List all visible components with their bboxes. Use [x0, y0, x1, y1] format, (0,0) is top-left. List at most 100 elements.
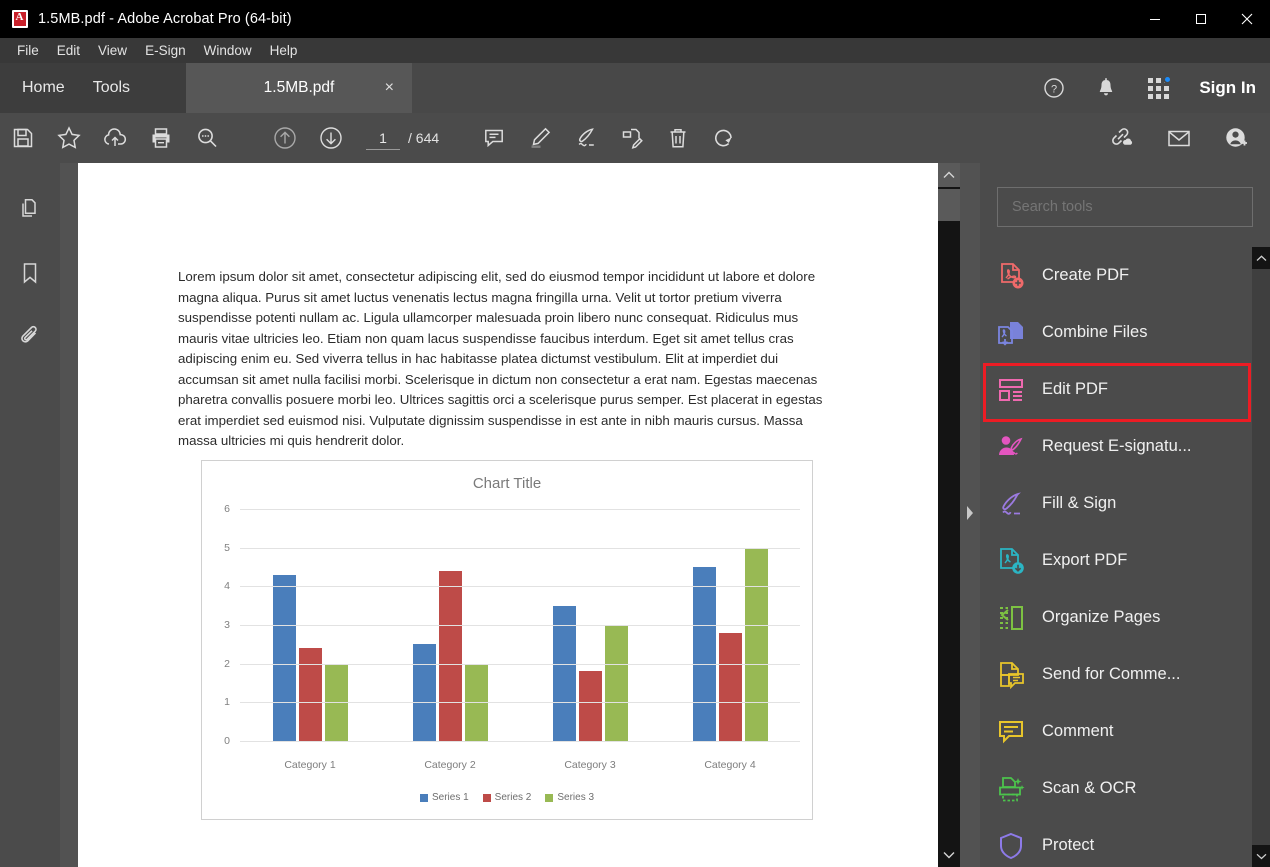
- chart-gridline: [240, 702, 800, 703]
- tool-item-label: Edit PDF: [1042, 380, 1108, 399]
- chart-y-tick: 4: [224, 580, 230, 592]
- tool-item-label: Create PDF: [1042, 266, 1129, 285]
- chart-y-tick: 3: [224, 619, 230, 631]
- page-number-input[interactable]: [366, 126, 400, 150]
- pdf-page: Lorem ipsum dolor sit amet, consectetur …: [78, 163, 940, 867]
- tool-item-edit-pdf[interactable]: Edit PDF: [980, 361, 1248, 418]
- sign-pen-icon[interactable]: [563, 115, 609, 161]
- bookmarks-icon[interactable]: [10, 253, 50, 293]
- chart-legend-item: Series 1: [420, 792, 469, 803]
- legend-label: Series 1: [432, 792, 469, 803]
- comment-icon[interactable]: [471, 115, 517, 161]
- tools-list: Create PDF Combine Files Edit PDF Request E…: [980, 247, 1248, 867]
- menu-item-file[interactable]: File: [8, 40, 48, 61]
- page-thumbnails-icon[interactable]: [10, 189, 50, 229]
- email-icon[interactable]: [1156, 115, 1202, 161]
- tool-item-create-pdf[interactable]: Create PDF: [980, 247, 1248, 304]
- tool-item-scan-ocr[interactable]: Scan & OCR: [980, 760, 1248, 817]
- search-zoom-icon[interactable]: [184, 115, 230, 161]
- highlight-icon[interactable]: [517, 115, 563, 161]
- previous-page-icon[interactable]: [262, 115, 308, 161]
- expand-right-arrow-icon[interactable]: [962, 500, 978, 526]
- maximize-icon[interactable]: [1178, 0, 1224, 38]
- cloud-upload-icon[interactable]: [92, 115, 138, 161]
- tab-document[interactable]: 1.5MB.pdf ×: [186, 63, 412, 113]
- document-scrollbar[interactable]: [938, 163, 960, 867]
- tool-item-export-pdf[interactable]: Export PDF: [980, 532, 1248, 589]
- menu-item-edit[interactable]: Edit: [48, 40, 89, 61]
- tools-panel-scrollbar[interactable]: [1252, 247, 1270, 867]
- chart-gridline: [240, 664, 800, 665]
- scroll-up-icon[interactable]: [938, 163, 960, 187]
- scrollbar-thumb[interactable]: [938, 189, 960, 221]
- sign-in-button[interactable]: Sign In: [1199, 78, 1256, 98]
- chart-bar: [745, 548, 768, 741]
- tool-item-label: Combine Files: [1042, 323, 1147, 342]
- minimize-icon[interactable]: [1132, 0, 1178, 38]
- scroll-down-icon[interactable]: [938, 843, 960, 867]
- tool-item-request-e-signatu[interactable]: Request E-signatu...: [980, 418, 1248, 475]
- page-navigation: / 644: [366, 126, 439, 150]
- chart-legend: Series 1 Series 2 Series 3: [202, 792, 812, 803]
- next-page-icon[interactable]: [308, 115, 354, 161]
- chart-y-tick: 0: [224, 735, 230, 747]
- chart-x-tick: Category 4: [660, 759, 800, 771]
- save-icon[interactable]: [0, 115, 46, 161]
- tool-item-label: Export PDF: [1042, 551, 1127, 570]
- tools-panel: Create PDF Combine Files Edit PDF Request E…: [980, 163, 1270, 867]
- notification-bell-icon[interactable]: [1089, 71, 1123, 105]
- embedded-bar-chart: Chart Title 0123456 Category 1Category 2…: [201, 460, 813, 820]
- chart-gridline: [240, 586, 800, 587]
- chart-y-tick: 5: [224, 542, 230, 554]
- tool-item-label: Comment: [1042, 722, 1114, 741]
- chart-title: Chart Title: [202, 475, 812, 492]
- attachments-paperclip-icon[interactable]: [10, 317, 50, 357]
- tools-scroll-down-icon[interactable]: [1252, 845, 1270, 867]
- organize-pages-icon: [997, 604, 1025, 632]
- svg-text:?: ?: [1051, 84, 1057, 96]
- menu-item-view[interactable]: View: [89, 40, 136, 61]
- rotate-icon[interactable]: [701, 115, 747, 161]
- menu-item-esign[interactable]: E-Sign: [136, 40, 195, 61]
- toolbar-right-group: [1098, 113, 1260, 163]
- document-body-text: Lorem ipsum dolor sit amet, consectetur …: [178, 267, 834, 452]
- tool-item-label: Send for Comme...: [1042, 665, 1180, 684]
- close-icon[interactable]: [1224, 0, 1270, 38]
- search-tools-input[interactable]: [997, 187, 1253, 227]
- chart-gridline: [240, 548, 800, 549]
- menu-bar: File Edit View E-Sign Window Help: [0, 38, 1270, 63]
- window-title: 1.5MB.pdf - Adobe Acrobat Pro (64-bit): [38, 11, 292, 27]
- acrobat-window: 1.5MB.pdf - Adobe Acrobat Pro (64-bit) F…: [0, 0, 1270, 867]
- export-pdf-icon: [997, 547, 1025, 575]
- tab-close-icon[interactable]: ×: [385, 80, 394, 96]
- tool-item-send-for-comme[interactable]: Send for Comme...: [980, 646, 1248, 703]
- add-to-favorites-icon[interactable]: [46, 115, 92, 161]
- help-circle-icon[interactable]: ?: [1037, 71, 1071, 105]
- chart-legend-item: Series 2: [483, 792, 532, 803]
- chart-bar: [273, 575, 296, 741]
- tools-scroll-up-icon[interactable]: [1252, 247, 1270, 269]
- menu-item-help[interactable]: Help: [261, 40, 307, 61]
- request-esignature-icon: [997, 433, 1025, 461]
- app-grid-icon[interactable]: [1141, 71, 1175, 105]
- tool-item-comment[interactable]: Comment: [980, 703, 1248, 760]
- chart-x-axis: Category 1Category 2Category 3Category 4: [240, 759, 800, 771]
- chart-legend-item: Series 3: [545, 792, 594, 803]
- tab-home[interactable]: Home: [8, 63, 79, 113]
- tool-item-organize-pages[interactable]: Organize Pages: [980, 589, 1248, 646]
- edit-page-icon[interactable]: [609, 115, 655, 161]
- combine-files-icon: [997, 319, 1025, 347]
- edit-pdf-icon: [997, 376, 1025, 404]
- tool-item-protect[interactable]: Protect: [980, 817, 1248, 867]
- chart-y-tick: 1: [224, 696, 230, 708]
- tool-item-fill-sign[interactable]: Fill & Sign: [980, 475, 1248, 532]
- menu-item-window[interactable]: Window: [195, 40, 261, 61]
- legend-label: Series 2: [495, 792, 532, 803]
- tab-tools[interactable]: Tools: [79, 63, 144, 113]
- tools-scrollbar-track[interactable]: [1252, 269, 1270, 845]
- share-link-cloud-icon[interactable]: [1098, 115, 1144, 161]
- add-person-icon[interactable]: [1214, 115, 1260, 161]
- delete-trash-icon[interactable]: [655, 115, 701, 161]
- print-icon[interactable]: [138, 115, 184, 161]
- tool-item-combine-files[interactable]: Combine Files: [980, 304, 1248, 361]
